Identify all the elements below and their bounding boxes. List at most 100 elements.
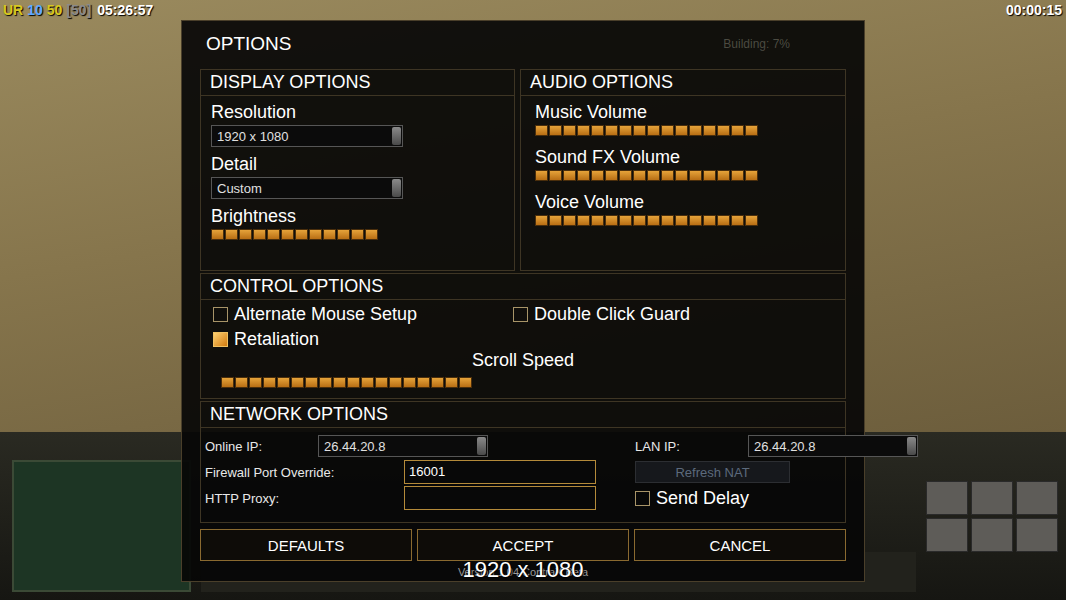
slider-segment bbox=[605, 170, 618, 181]
dialog-title: OPTIONS bbox=[206, 33, 292, 55]
dropdown-arrow-icon[interactable] bbox=[907, 437, 916, 455]
slider-segment bbox=[253, 229, 266, 240]
volume-slider[interactable] bbox=[535, 170, 835, 181]
dialog-buttons: DEFAULTSACCEPTCANCEL bbox=[200, 529, 846, 561]
unit-thumbnail[interactable] bbox=[971, 481, 1013, 515]
option-label: Voice Volume bbox=[535, 191, 835, 213]
counter-value: 10 bbox=[27, 2, 43, 18]
field-label: Firewall Port Override: bbox=[205, 465, 404, 480]
build-queue bbox=[926, 481, 1058, 592]
volume-slider[interactable] bbox=[535, 215, 835, 226]
section-header: NETWORK OPTIONS bbox=[201, 402, 845, 428]
checkbox-row[interactable]: Alternate Mouse Setup bbox=[213, 304, 513, 325]
dialog-title-bar: OPTIONS Building: 7% bbox=[200, 21, 846, 67]
slider-segment bbox=[459, 377, 472, 388]
lan-ip-dropdown[interactable]: 26.44.20.8 bbox=[748, 435, 918, 457]
field-label: LAN IP: bbox=[635, 439, 748, 454]
slider-segment bbox=[689, 170, 702, 181]
dialog-button[interactable]: CANCEL bbox=[634, 529, 846, 561]
slider-segment bbox=[309, 229, 322, 240]
slider-segment bbox=[239, 229, 252, 240]
slider-segment bbox=[577, 125, 590, 136]
checkbox-row[interactable]: Retaliation bbox=[213, 329, 513, 350]
slider-segment bbox=[535, 170, 548, 181]
dropdown-arrow-icon[interactable] bbox=[392, 179, 401, 197]
counter-value: 50 bbox=[47, 2, 63, 18]
unit-thumbnail[interactable] bbox=[1016, 518, 1058, 552]
checkbox[interactable] bbox=[635, 491, 650, 506]
unit-thumbnail[interactable] bbox=[926, 481, 968, 515]
brightness-slider[interactable] bbox=[211, 229, 504, 240]
counter-value: [50] bbox=[66, 2, 91, 18]
volume-slider[interactable] bbox=[535, 125, 835, 136]
option-label: Music Volume bbox=[535, 101, 835, 123]
checkbox[interactable] bbox=[513, 307, 528, 322]
dropdown-arrow-icon[interactable] bbox=[477, 437, 486, 455]
slider-segment bbox=[661, 125, 674, 136]
slider-segment bbox=[745, 215, 758, 226]
dropdown[interactable]: 1920 x 1080 bbox=[211, 125, 403, 147]
resolution-tooltip: 1920 x 1080 bbox=[462, 557, 583, 583]
dropdown-value: 26.44.20.8 bbox=[319, 439, 477, 454]
control-options: CONTROL OPTIONSAlternate Mouse SetupDoub… bbox=[200, 273, 846, 399]
slider-segment bbox=[577, 170, 590, 181]
firewall-port-input[interactable]: 16001 bbox=[404, 460, 596, 484]
slider-segment bbox=[535, 215, 548, 226]
slider-segment bbox=[717, 125, 730, 136]
slider-segment bbox=[211, 229, 224, 240]
checkbox-row[interactable]: Double Click Guard bbox=[513, 304, 833, 325]
slider-segment bbox=[319, 377, 332, 388]
slider-segment bbox=[263, 377, 276, 388]
checkbox[interactable] bbox=[213, 332, 228, 347]
slider-segment bbox=[703, 170, 716, 181]
dropdown[interactable]: Custom bbox=[211, 177, 403, 199]
option-label: Sound FX Volume bbox=[535, 146, 835, 168]
slider-segment bbox=[417, 377, 430, 388]
slider-segment bbox=[605, 125, 618, 136]
slider-segment bbox=[619, 125, 632, 136]
slider-segment bbox=[731, 215, 744, 226]
dropdown-value: Custom bbox=[212, 181, 392, 196]
checkbox-label: Double Click Guard bbox=[534, 304, 690, 325]
slider-segment bbox=[675, 125, 688, 136]
slider-group: Brightness bbox=[211, 205, 504, 240]
unit-thumbnail[interactable] bbox=[1016, 481, 1058, 515]
slider-segment bbox=[361, 377, 374, 388]
clock: 05:26:57 bbox=[97, 2, 153, 18]
slider-segment bbox=[563, 125, 576, 136]
checkbox[interactable] bbox=[213, 307, 228, 322]
slider-segment bbox=[389, 377, 402, 388]
checkbox-row[interactable]: Send Delay bbox=[635, 488, 749, 509]
slider-segment bbox=[403, 377, 416, 388]
slider-group: Music Volume bbox=[535, 101, 835, 136]
radar-minimap[interactable] bbox=[12, 460, 191, 592]
field-label: Online IP: bbox=[205, 439, 318, 454]
scroll-speed-slider[interactable] bbox=[201, 377, 845, 388]
display-options: DISPLAY OPTIONSResolution1920 x 1080Deta… bbox=[200, 69, 515, 271]
unit-thumbnail[interactable] bbox=[971, 518, 1013, 552]
slider-segment bbox=[717, 170, 730, 181]
slider-segment bbox=[745, 170, 758, 181]
slider-segment bbox=[591, 125, 604, 136]
slider-segment bbox=[323, 229, 336, 240]
top-sections: DISPLAY OPTIONSResolution1920 x 1080Deta… bbox=[200, 69, 846, 271]
slider-segment bbox=[549, 170, 562, 181]
slider-segment bbox=[563, 215, 576, 226]
slider-segment bbox=[633, 125, 646, 136]
http-proxy-input[interactable] bbox=[404, 486, 596, 510]
online-ip-dropdown[interactable]: 26.44.20.8 bbox=[318, 435, 488, 457]
unit-thumbnail[interactable] bbox=[926, 518, 968, 552]
dropdown-group: Resolution1920 x 1080 bbox=[211, 101, 504, 147]
slider-segment bbox=[647, 215, 660, 226]
slider-segment bbox=[647, 125, 660, 136]
dropdown-arrow-icon[interactable] bbox=[392, 127, 401, 145]
slider-segment bbox=[347, 377, 360, 388]
slider-segment bbox=[731, 170, 744, 181]
dialog-button[interactable]: ACCEPT bbox=[417, 529, 629, 561]
checkbox-label: Send Delay bbox=[656, 488, 749, 509]
checkbox-label: Retaliation bbox=[234, 329, 319, 350]
slider-group: Voice Volume bbox=[535, 191, 835, 226]
dialog-button[interactable]: DEFAULTS bbox=[200, 529, 412, 561]
slider-segment bbox=[235, 377, 248, 388]
build-status: Building: 7% bbox=[723, 37, 790, 51]
